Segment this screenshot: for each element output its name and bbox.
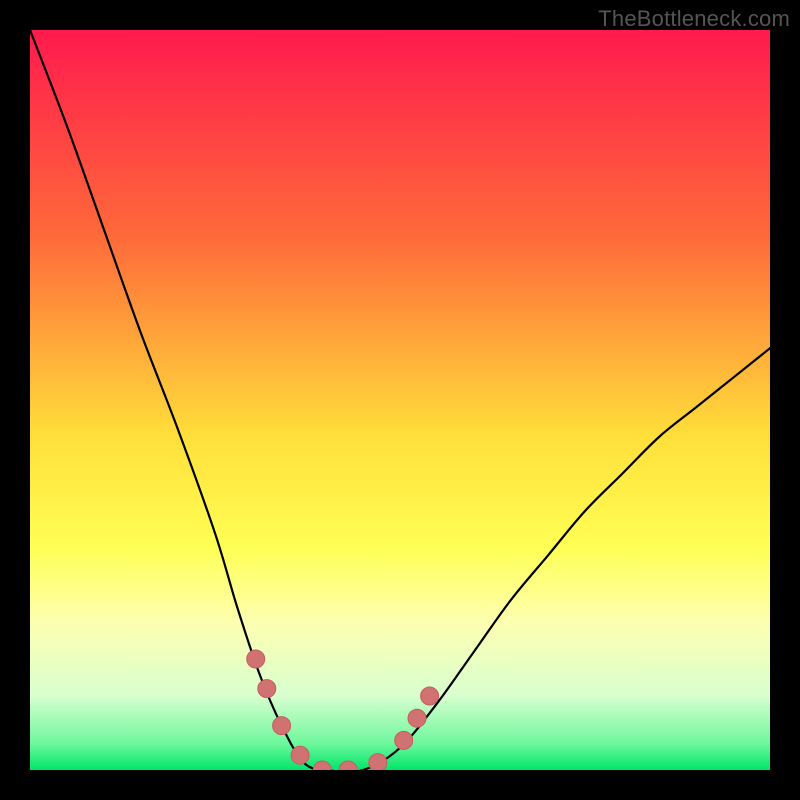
curve-layer — [30, 30, 770, 770]
marker-point — [247, 650, 265, 668]
watermark-text: TheBottleneck.com — [598, 6, 790, 32]
marker-point — [273, 717, 291, 735]
plot-area — [30, 30, 770, 770]
marker-point — [313, 761, 331, 770]
marker-point — [408, 709, 426, 727]
chart-frame: TheBottleneck.com — [0, 0, 800, 800]
marker-point — [395, 731, 413, 749]
marker-point — [258, 680, 276, 698]
marker-point — [291, 746, 309, 764]
markers — [247, 650, 439, 770]
marker-point — [421, 687, 439, 705]
bottleneck-curve — [30, 30, 770, 770]
marker-point — [369, 754, 387, 770]
marker-point — [339, 761, 357, 770]
